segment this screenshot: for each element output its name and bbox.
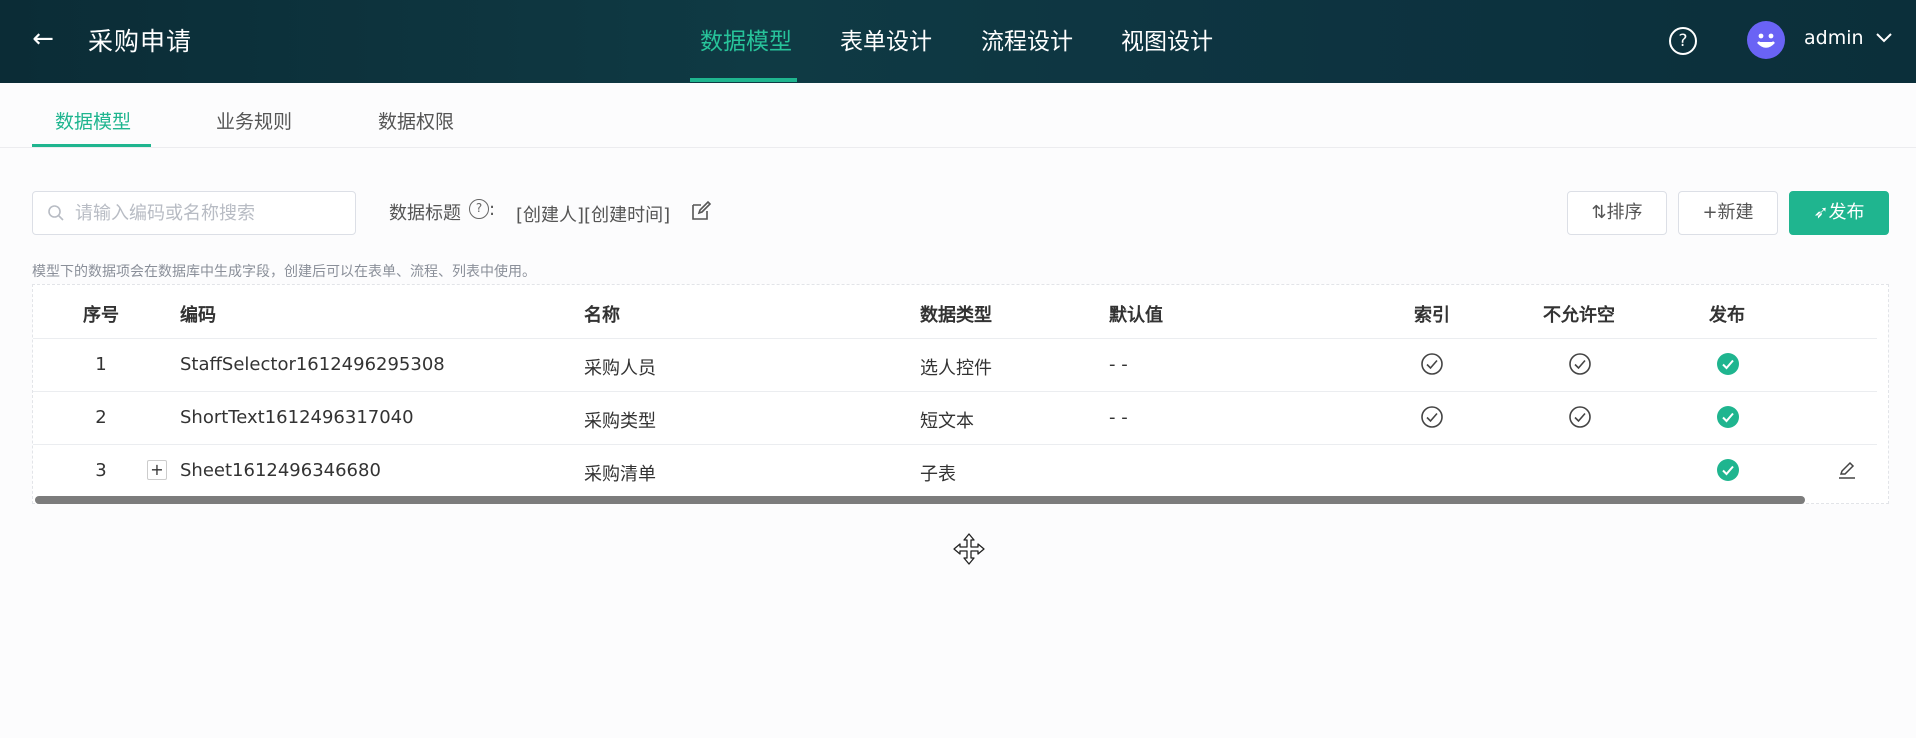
- question-circle-icon[interactable]: ?: [469, 199, 489, 219]
- subtab-data-permissions[interactable]: 数据权限: [378, 107, 454, 134]
- check-circle-outline-icon: [1569, 353, 1591, 375]
- row-index: 1: [95, 354, 107, 375]
- row-index: 2: [95, 407, 107, 428]
- table-row[interactable]: 3 + Sheet1612496346680 采购清单 子表: [33, 444, 1877, 497]
- check-circle-outline-icon: [1569, 406, 1591, 428]
- row-type: 短文本: [920, 411, 974, 432]
- column-header-name: 名称: [584, 305, 620, 326]
- tab-data-model[interactable]: 数据模型: [700, 22, 792, 56]
- check-circle-filled-icon: [1717, 459, 1739, 481]
- row-default: - -: [1109, 407, 1128, 428]
- search-icon: [48, 205, 64, 221]
- avatar[interactable]: [1747, 21, 1785, 59]
- data-title-label: 数据标题: [389, 203, 461, 224]
- row-type: 子表: [920, 464, 956, 485]
- publish-button[interactable]: ➶发布: [1789, 191, 1889, 235]
- top-navigation-bar: ← 采购申请 数据模型 表单设计 流程设计 视图设计 ? admin: [0, 0, 1916, 83]
- horizontal-scrollbar[interactable]: [35, 496, 1805, 504]
- column-header-indexed: 索引: [1414, 305, 1450, 326]
- hint-text: 模型下的数据项会在数据库中生成字段，创建后可以在表单、流程、列表中使用。: [32, 264, 536, 280]
- check-circle-outline-icon: [1421, 406, 1443, 428]
- move-cursor-icon: [953, 533, 985, 565]
- row-name: 采购人员: [584, 358, 656, 379]
- edit-pencil-icon[interactable]: [1836, 459, 1858, 481]
- row-code: StaffSelector1612496295308: [180, 354, 445, 375]
- column-header-type: 数据类型: [920, 305, 992, 326]
- data-title-value: [创建人][创建时间]: [516, 205, 671, 226]
- row-name: 采购类型: [584, 411, 656, 432]
- new-button[interactable]: +新建: [1678, 191, 1778, 235]
- check-circle-filled-icon: [1717, 353, 1739, 375]
- search-box[interactable]: [32, 191, 356, 235]
- row-default: - -: [1109, 354, 1128, 375]
- column-header-not-null: 不允许空: [1543, 305, 1615, 326]
- active-tab-indicator: [690, 78, 797, 82]
- check-circle-filled-icon: [1717, 406, 1739, 428]
- sub-tab-bar: 数据模型 业务规则 数据权限: [0, 83, 1916, 148]
- row-index: 3: [95, 460, 107, 481]
- row-code: ShortText1612496317040: [180, 407, 414, 428]
- check-circle-outline-icon: [1421, 353, 1443, 375]
- table-row[interactable]: 2 ShortText1612496317040 采购类型 短文本 - -: [33, 391, 1877, 444]
- row-name: 采购清单: [584, 464, 656, 485]
- username[interactable]: admin: [1804, 27, 1864, 49]
- tab-form-design[interactable]: 表单设计: [840, 22, 932, 56]
- app-title: 采购申请: [88, 27, 193, 56]
- question-circle-icon[interactable]: ?: [1669, 27, 1697, 55]
- row-code: Sheet1612496346680: [180, 460, 381, 481]
- row-type: 选人控件: [920, 358, 992, 379]
- subtab-business-rules[interactable]: 业务规则: [216, 107, 292, 134]
- expand-row-button[interactable]: +: [147, 460, 167, 480]
- tab-process-design[interactable]: 流程设计: [981, 22, 1073, 56]
- active-subtab-indicator: [32, 144, 151, 147]
- search-input[interactable]: [75, 192, 345, 234]
- data-items-table: 序号 编码 名称 数据类型 默认值 索引 不允许空 发布 1 StaffSele…: [32, 284, 1889, 504]
- arrow-left-icon[interactable]: ←: [28, 24, 58, 54]
- column-header-default: 默认值: [1109, 305, 1163, 326]
- column-header-index: 序号: [83, 305, 119, 326]
- subtab-data-model[interactable]: 数据模型: [55, 107, 131, 134]
- sort-button[interactable]: ⇅排序: [1567, 191, 1667, 235]
- column-header-published: 发布: [1709, 305, 1745, 326]
- edit-icon[interactable]: [690, 200, 712, 222]
- column-header-code: 编码: [180, 305, 216, 326]
- data-title-colon: :: [489, 199, 496, 220]
- smiley-face-icon: [1757, 33, 1775, 48]
- chevron-down-icon[interactable]: [1873, 26, 1895, 48]
- tab-view-design[interactable]: 视图设计: [1121, 22, 1213, 56]
- table-row[interactable]: 1 StaffSelector1612496295308 采购人员 选人控件 -…: [33, 338, 1877, 391]
